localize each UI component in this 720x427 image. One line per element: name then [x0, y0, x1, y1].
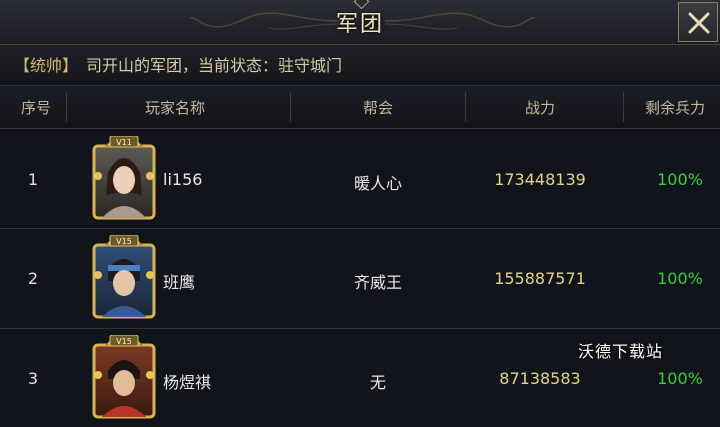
remaining-troops: 100% [657, 269, 703, 288]
avatar[interactable]: V15 [90, 234, 158, 319]
player-name: li156 [163, 170, 203, 189]
combat-power: 155887571 [494, 269, 586, 288]
header-divider [66, 92, 67, 122]
header-player-name: 玩家名称 [144, 99, 205, 117]
remaining-troops: 100% [657, 170, 703, 189]
title-bar: 军团 [0, 0, 720, 45]
watermark: 沃德下载站 [578, 342, 664, 361]
header-divider [290, 92, 291, 122]
hero-portrait-icon: V15 [92, 334, 156, 419]
header-divider [623, 92, 624, 122]
combat-power: 173448139 [494, 170, 586, 189]
header-remaining-troops: 剩余兵力 [644, 99, 705, 117]
legion-status-text: 司开山的军团，当前状态：驻守城门 [86, 56, 343, 75]
guild-name: 暖人心 [353, 174, 402, 193]
table-row[interactable]: V11 1 li156 暖人心 173448139 100% [0, 130, 720, 228]
vip-badge: V15 [116, 237, 132, 246]
table-header: 序号 玩家名称 帮会 战力 剩余兵力 [0, 85, 720, 129]
avatar[interactable]: V11 [90, 135, 158, 220]
table-row[interactable]: V15 2 班鹰 齐威王 155887571 100% [0, 229, 720, 327]
guild-name: 齐威王 [353, 273, 402, 292]
hero-portrait-icon: V11 [92, 135, 156, 220]
vip-badge: V15 [116, 337, 132, 346]
row-index: 3 [27, 369, 39, 388]
close-button[interactable] [678, 2, 718, 42]
vip-badge: V11 [116, 138, 132, 147]
title-ornament-right-icon [385, 12, 535, 30]
row-index: 2 [27, 269, 39, 288]
header-divider [465, 92, 466, 122]
hero-portrait-icon: V15 [92, 234, 156, 319]
window-title: 军团 [335, 12, 384, 37]
status-bar: 【统帅】 司开山的军团，当前状态：驻守城门 [0, 45, 720, 81]
guild-name: 无 [369, 373, 386, 392]
header-guild: 帮会 [362, 99, 393, 117]
player-name: 杨煜祺 [163, 373, 212, 392]
header-index: 序号 [20, 99, 51, 117]
close-x-icon [688, 12, 710, 34]
remaining-troops: 100% [657, 369, 703, 388]
row-index: 1 [27, 170, 39, 189]
avatar[interactable]: V15 [90, 334, 158, 419]
player-name: 班鹰 [163, 273, 196, 292]
commander-tag: 【统帅】 [14, 56, 79, 75]
combat-power: 87138583 [499, 369, 581, 388]
header-power: 战力 [524, 99, 555, 117]
